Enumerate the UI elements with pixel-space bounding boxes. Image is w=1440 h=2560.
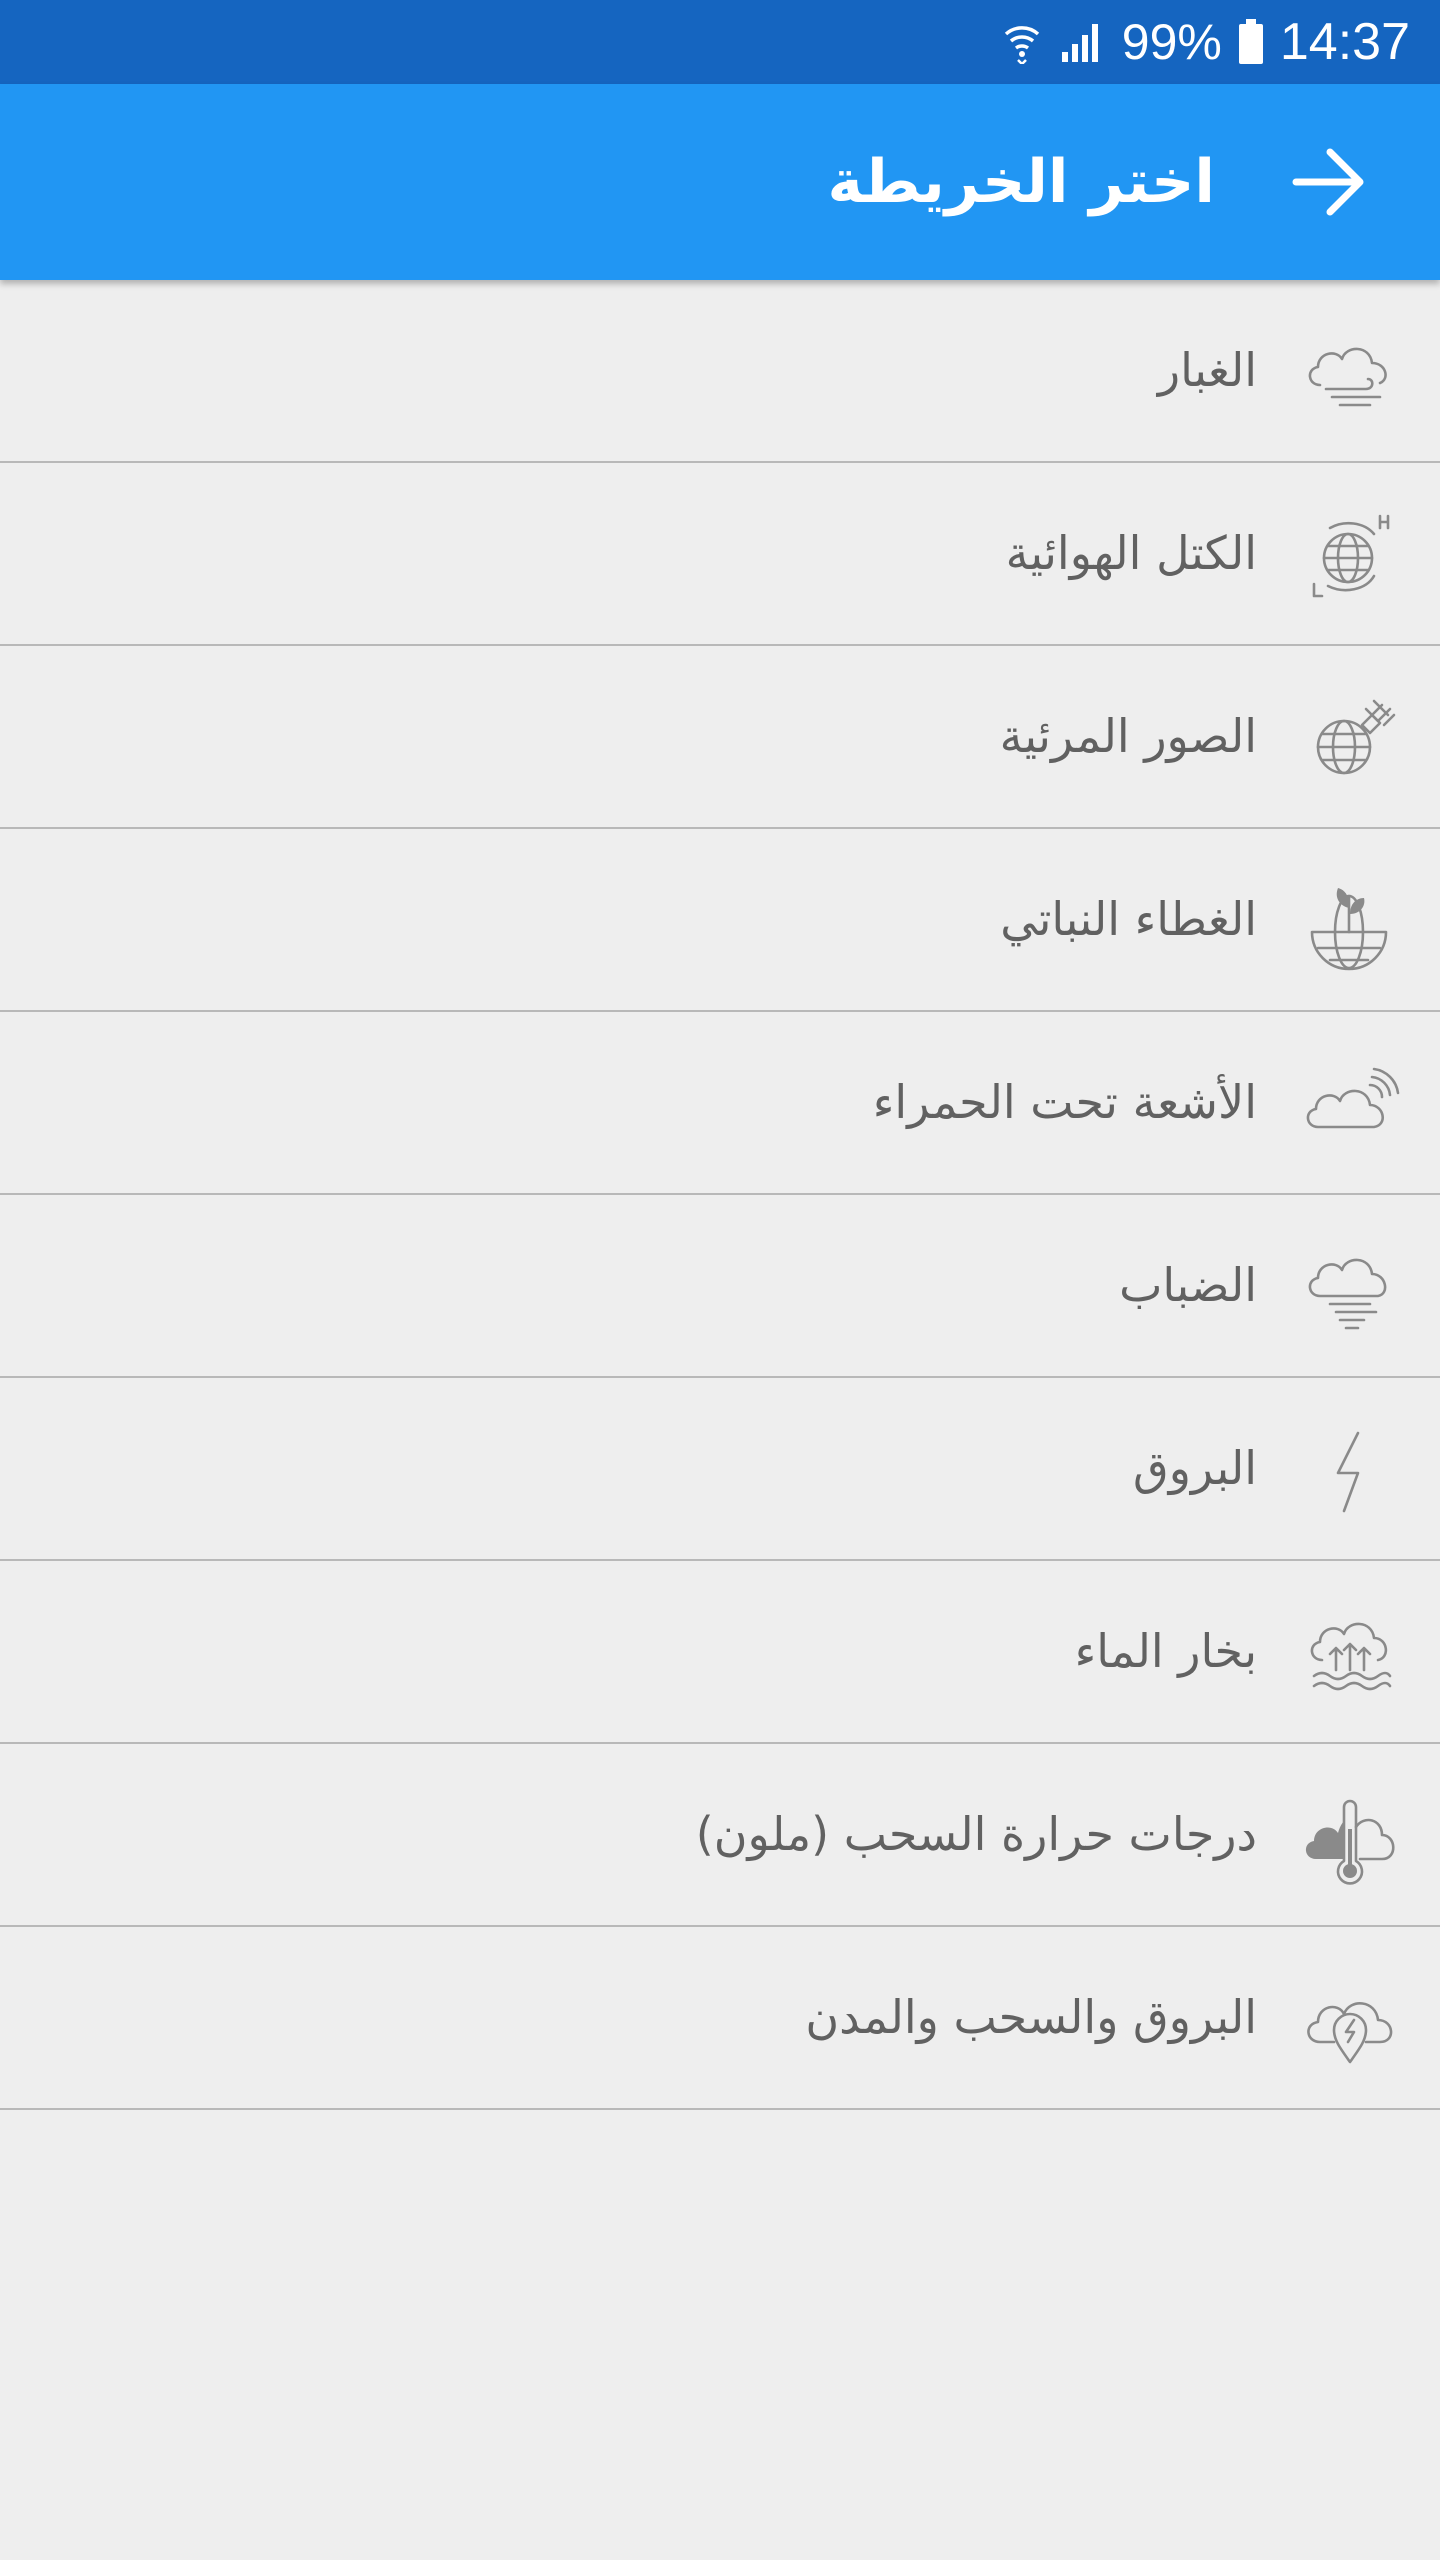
list-item-visible-images[interactable]: الصور المرئية [0,646,1440,829]
list-item-label: الكتل الهوائية [1005,526,1257,580]
cloud-lightning-pin-icon [1300,1970,1400,2070]
list-item-label: البروق [1133,1441,1257,1495]
list-item-label: بخار الماء [1074,1624,1257,1678]
list-item-infrared[interactable]: الأشعة تحت الحمراء [0,1012,1440,1195]
map-list: الغبار الكتل الهوائية الصور المرئية الغط… [0,280,1440,2110]
cloud-infrared-icon [1300,1055,1400,1155]
list-item-lightning-clouds-cities[interactable]: البروق والسحب والمدن [0,1927,1440,2110]
globe-plant-icon [1300,872,1400,972]
globe-satellite-icon [1300,689,1400,789]
list-item-label: الأشعة تحت الحمراء [872,1075,1257,1129]
list-item-label: درجات حرارة السحب (ملون) [695,1807,1257,1861]
list-item-label: الصور المرئية [999,709,1257,763]
battery-icon [1238,19,1264,65]
page-title: اختر الخريطة [827,147,1215,217]
signal-icon [1060,20,1104,64]
lightning-icon [1300,1421,1400,1521]
list-item-fog[interactable]: الضباب [0,1195,1440,1378]
arrow-right-icon [1292,147,1368,217]
cloud-fog-icon [1300,1238,1400,1338]
globe-air-mass-icon [1300,506,1400,606]
status-bar: 99% 14:37 [0,0,1440,84]
list-item-water-vapor[interactable]: بخار الماء [0,1561,1440,1744]
cloud-thermometer-icon [1300,1787,1400,1887]
wifi-icon [1002,20,1042,64]
list-item-vegetation[interactable]: الغطاء النباتي [0,829,1440,1012]
list-item-label: البروق والسحب والمدن [805,1990,1257,2044]
cloud-water-vapor-icon [1300,1604,1400,1704]
clock: 14:37 [1279,13,1410,71]
list-item-label: الغطاء النباتي [1000,892,1257,946]
battery-percentage: 99% [1121,14,1222,70]
back-button[interactable] [1290,142,1370,222]
list-item-label: الضباب [1119,1258,1257,1312]
list-item-dust[interactable]: الغبار [0,280,1440,463]
list-item-label: الغبار [1157,343,1257,397]
list-item-air-masses[interactable]: الكتل الهوائية [0,463,1440,646]
list-item-cloud-temperatures[interactable]: درجات حرارة السحب (ملون) [0,1744,1440,1927]
cloud-wind-icon [1300,323,1400,423]
app-bar: اختر الخريطة [0,84,1440,280]
list-item-lightning[interactable]: البروق [0,1378,1440,1561]
